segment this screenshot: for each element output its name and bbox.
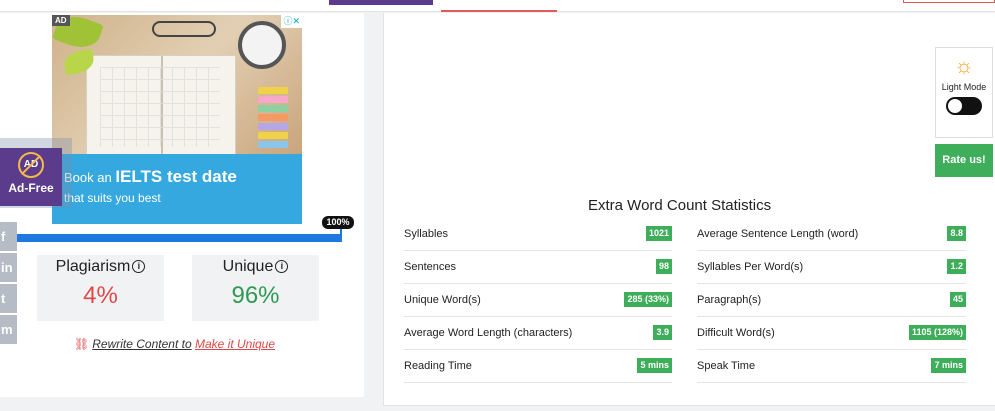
stat-label: Difficult Word(s) [697,327,775,339]
ad-free-button[interactable]: AD Ad-Free [0,148,62,206]
stat-label: Speak Time [697,360,756,372]
info-icon[interactable]: i [132,260,146,273]
plagiarism-box: Plagiarism i 4% [37,255,164,321]
nav-active-tab-indicator [441,10,557,12]
stat-value-badge: 285 (33%) [624,292,672,307]
unique-title: Unique [222,258,274,275]
light-mode-toggle[interactable] [946,97,982,115]
unique-box: Unique i 96% [192,255,319,321]
facebook-icon[interactable]: f [0,222,17,251]
no-ads-icon: AD [18,152,44,178]
stats-column-left: Syllables 1021 Sentences 98 Unique Word(s)… [404,218,672,383]
stat-value-badge: 5 mins [637,358,672,373]
stat-row: Syllables Per Word(s) 1.2 [697,251,966,284]
stat-value-badge: 98 [655,259,672,274]
progress-bar-end [340,228,342,242]
nav-outline-button[interactable] [903,0,995,3]
social-share-bar: f in t m [0,222,17,346]
stat-row: Difficult Word(s) 1105 (128%) [697,317,966,350]
stat-row: Paragraph(s) 45 [697,284,966,317]
stat-row: Unique Word(s) 285 (33%) [404,284,672,317]
stat-row: Speak Time 7 mins [697,350,966,383]
stat-label: Paragraph(s) [697,294,762,306]
stat-row: Average Word Length (characters) 3.9 [404,317,672,350]
stat-row: Syllables 1021 [404,218,672,251]
linkedin-icon[interactable]: in [0,253,17,282]
stat-label: Average Sentence Length (word) [697,228,859,240]
top-nav-bar [0,0,995,12]
unique-value: 96% [231,282,280,309]
messenger-icon[interactable]: m [0,315,17,344]
ad-image [52,15,302,156]
stat-label: Syllables [404,228,449,240]
link-icon: ⛓ [74,337,90,351]
progress-label: 100% [322,216,354,229]
stat-value-badge: 1105 (128%) [908,325,966,340]
plagiarism-value: 4% [83,282,118,309]
ad-headline: IELTS test date [115,167,237,186]
stat-value-badge: 7 mins [931,358,966,373]
stats-column-right: Average Sentence Length (word) 8.8 Syllab… [697,218,966,383]
rewrite-text[interactable]: Rewrite Content to [92,337,191,351]
ad-banner[interactable]: Book an IELTS test date that suits you b… [52,154,302,224]
stat-value-badge: 45 [949,292,966,307]
rewrite-link-row[interactable]: ⛓ Rewrite Content to Make it Unique [74,337,275,351]
make-unique-link[interactable]: Make it Unique [195,337,275,351]
stat-label: Unique Word(s) [404,294,481,306]
stat-value-badge: 1.2 [947,259,966,274]
stat-label: Sentences [404,261,456,273]
stat-label: Syllables Per Word(s) [697,261,804,273]
progress-bar [17,234,342,242]
ad-label-badge: AD [52,15,70,26]
theme-widget: ☼ Light Mode [935,47,993,138]
stat-value-badge: 3.9 [653,325,672,340]
info-icon[interactable]: i [275,260,289,273]
light-mode-label: Light Mode [941,82,987,92]
stat-label: Average Word Length (characters) [404,327,573,339]
ad-free-label: Ad-Free [8,181,54,195]
stat-row: Sentences 98 [404,251,672,284]
stats-title: Extra Word Count Statistics [588,197,772,214]
twitter-icon[interactable]: t [0,284,17,313]
stat-label: Reading Time [404,360,472,372]
stat-row: Reading Time 5 mins [404,350,672,383]
stat-value-badge: 1021 [645,226,672,241]
stat-value-badge: 8.8 [947,226,966,241]
stat-row: Average Sentence Length (word) 8.8 [697,218,966,251]
ad-subline: that suits you best [64,191,161,205]
nav-active-button[interactable] [329,0,433,5]
sun-icon: ☼ [953,53,975,78]
rate-us-button[interactable]: Rate us! [935,144,993,177]
plagiarism-title: Plagiarism [55,258,131,275]
ad-close-icon[interactable]: ⓘ✕ [281,15,302,28]
advertisement[interactable]: AD ⓘ✕ Book an IELTS test date that suits… [52,15,302,224]
